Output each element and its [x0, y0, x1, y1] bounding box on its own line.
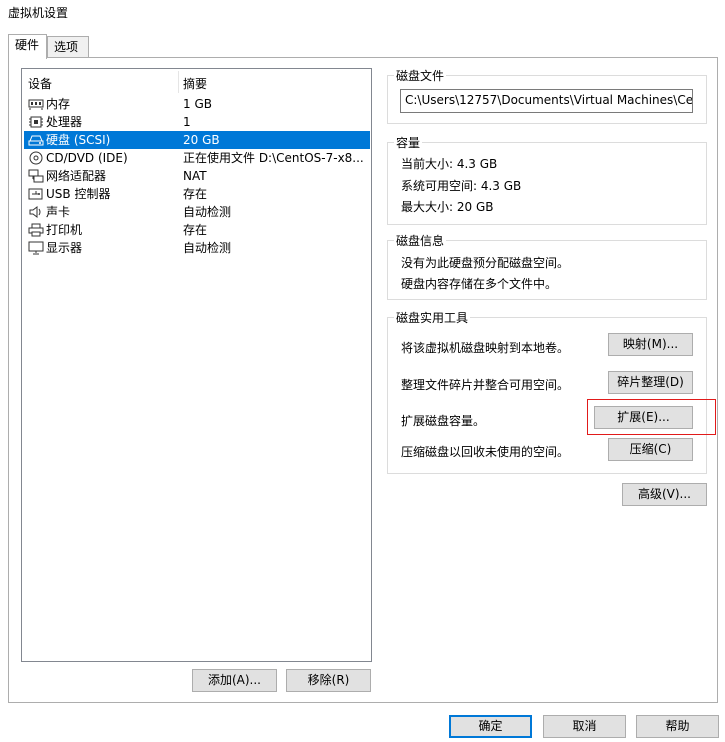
- device-name: 硬盘 (SCSI): [46, 133, 111, 147]
- expand-description: 扩展磁盘容量。: [401, 414, 486, 428]
- device-row-usb[interactable]: USB 控制器 存在: [24, 185, 370, 203]
- ok-button[interactable]: 确定: [449, 715, 532, 738]
- help-button[interactable]: 帮助: [636, 715, 719, 738]
- device-name: 显示器: [46, 241, 83, 255]
- device-name: 网络适配器: [46, 169, 107, 183]
- device-list[interactable]: 设备 摘要 内存 1 GB 处理器 1 硬盘 (SCSI) 20 GB CD/D…: [21, 68, 372, 662]
- defrag-description: 整理文件碎片并整合可用空间。: [401, 378, 570, 392]
- hard-disk-icon: [28, 133, 44, 147]
- device-summary: NAT: [183, 169, 207, 183]
- disk-info-line1: 没有为此硬盘预分配磁盘空间。: [401, 256, 570, 270]
- device-row-cd-dvd[interactable]: CD/DVD (IDE) 正在使用文件 D:\CentOS-7-x8...: [24, 149, 370, 167]
- compact-description: 压缩磁盘以回收未使用的空间。: [401, 445, 570, 459]
- tab-options[interactable]: 选项: [47, 36, 89, 58]
- device-summary: 正在使用文件 D:\CentOS-7-x8...: [183, 151, 364, 165]
- memory-icon: [28, 97, 44, 111]
- column-summary[interactable]: 摘要: [183, 75, 207, 92]
- disk-info-title: 磁盘信息: [394, 232, 447, 249]
- advanced-button[interactable]: 高级(V)...: [622, 483, 707, 506]
- usb-icon: [28, 187, 44, 201]
- compact-button[interactable]: 压缩(C): [608, 438, 693, 461]
- list-header: 设备 摘要: [22, 69, 371, 93]
- device-name: 内存: [46, 97, 71, 111]
- cpu-icon: [28, 115, 44, 129]
- map-button[interactable]: 映射(M)...: [608, 333, 693, 356]
- device-summary: 存在: [183, 187, 208, 201]
- device-name: 声卡: [46, 205, 71, 219]
- device-name: USB 控制器: [46, 187, 111, 201]
- map-description: 将该虚拟机磁盘映射到本地卷。: [401, 341, 570, 355]
- capacity-title: 容量: [394, 134, 423, 151]
- disk-info-line2: 硬盘内容存储在多个文件中。: [401, 277, 558, 291]
- device-summary: 20 GB: [183, 133, 220, 147]
- disk-file-path-field[interactable]: C:\Users\12757\Documents\Virtual Machine…: [400, 89, 693, 113]
- device-name: 打印机: [46, 223, 83, 237]
- cancel-button[interactable]: 取消: [543, 715, 626, 738]
- device-row-printer[interactable]: 打印机 存在: [24, 221, 370, 239]
- current-size-text: 当前大小: 4.3 GB: [401, 157, 498, 171]
- cd-dvd-icon: [28, 151, 44, 165]
- available-space-text: 系统可用空间: 4.3 GB: [401, 179, 522, 193]
- disk-file-title: 磁盘文件: [394, 67, 447, 84]
- device-summary: 存在: [183, 223, 208, 237]
- device-summary: 自动检测: [183, 241, 232, 255]
- add-device-button[interactable]: 添加(A)...: [192, 669, 277, 692]
- device-row-memory[interactable]: 内存 1 GB: [24, 95, 370, 113]
- device-name: CD/DVD (IDE): [46, 151, 128, 165]
- remove-device-button[interactable]: 移除(R): [286, 669, 371, 692]
- expand-button[interactable]: 扩展(E)...: [594, 406, 693, 429]
- device-row-display[interactable]: 显示器 自动检测: [24, 239, 370, 257]
- network-adapter-icon: [28, 169, 44, 183]
- device-row-network-adapter[interactable]: 网络适配器 NAT: [24, 167, 370, 185]
- device-row-cpu[interactable]: 处理器 1: [24, 113, 370, 131]
- device-summary: 1: [183, 115, 191, 129]
- disk-utilities-title: 磁盘实用工具: [394, 309, 471, 326]
- defrag-button[interactable]: 碎片整理(D): [608, 371, 693, 394]
- device-row-sound-card[interactable]: 声卡 自动检测: [24, 203, 370, 221]
- device-name: 处理器: [46, 115, 83, 129]
- display-icon: [28, 241, 44, 255]
- device-summary: 自动检测: [183, 205, 232, 219]
- column-device[interactable]: 设备: [28, 75, 52, 92]
- max-size-text: 最大大小: 20 GB: [401, 200, 494, 214]
- device-summary: 1 GB: [183, 97, 212, 111]
- window-title: 虚拟机设置: [8, 6, 69, 20]
- column-separator[interactable]: [178, 71, 179, 93]
- sound-card-icon: [28, 205, 44, 219]
- tab-hardware[interactable]: 硬件: [8, 34, 47, 59]
- printer-icon: [28, 223, 44, 237]
- device-row-hard-disk[interactable]: 硬盘 (SCSI) 20 GB: [24, 131, 370, 149]
